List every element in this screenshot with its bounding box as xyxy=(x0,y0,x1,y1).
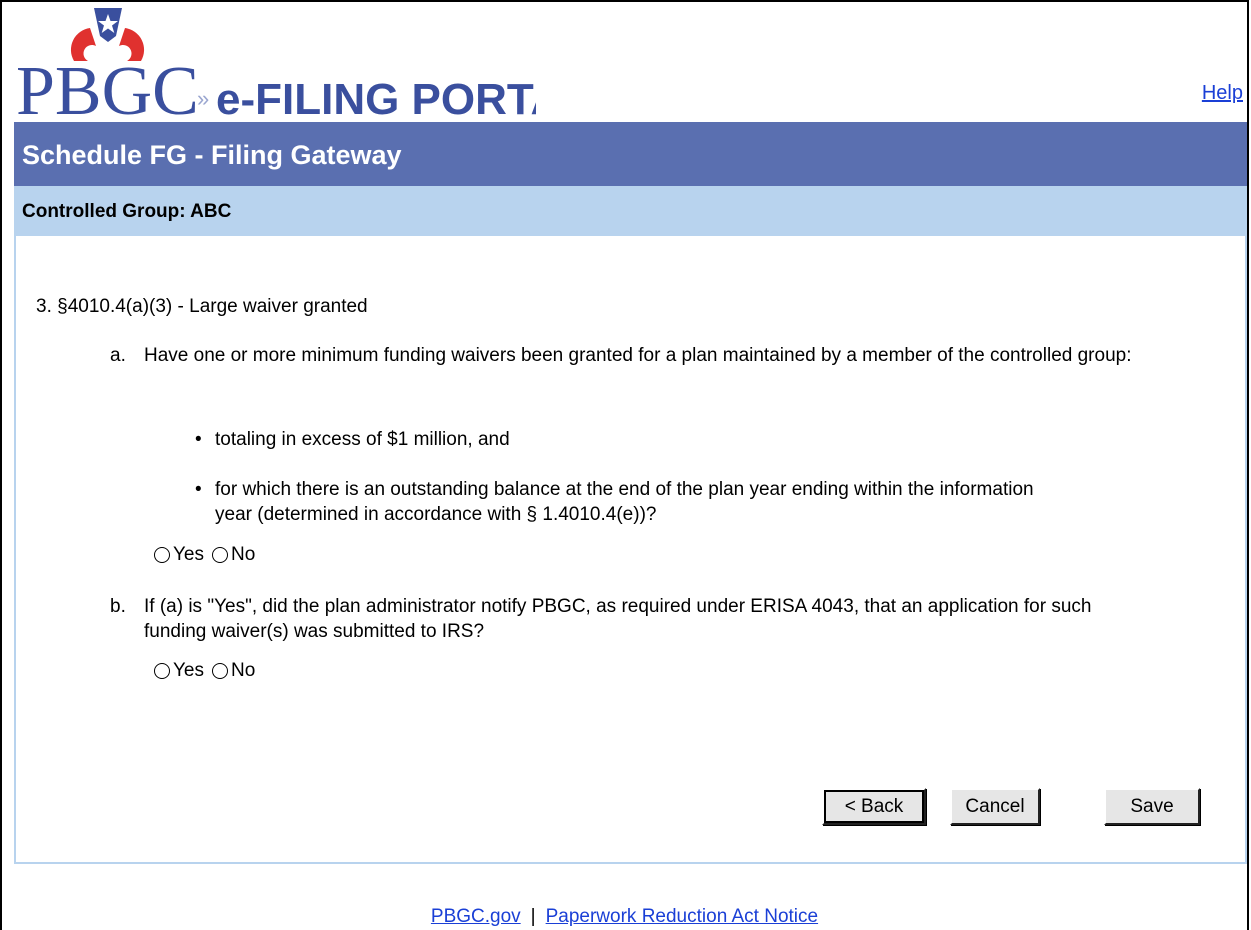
svg-text:»: » xyxy=(197,86,209,111)
page-title: Schedule FG - Filing Gateway xyxy=(14,122,1247,186)
question-a-no-label: No xyxy=(231,544,256,565)
question-b-yes-radio[interactable] xyxy=(154,663,170,679)
form-content: 3. §4010.4(a)(3) - Large waiver granted … xyxy=(14,236,1247,864)
back-button[interactable]: < Back xyxy=(822,788,926,825)
help-link[interactable]: Help xyxy=(1202,82,1243,105)
question-a-label: a. xyxy=(110,345,126,366)
header: PBGC » e-FILING PORTAL Help xyxy=(14,2,1247,122)
question-a-radio-group: Yes No xyxy=(154,544,263,566)
paperwork-notice-link[interactable]: Paperwork Reduction Act Notice xyxy=(546,906,818,927)
bullet-text: totaling in excess of $1 million, and xyxy=(215,429,510,450)
logo-text: PBGC xyxy=(16,53,199,121)
question-b-text: If (a) is "Yes", did the plan administra… xyxy=(144,596,1092,642)
pbgc-logo: PBGC » e-FILING PORTAL xyxy=(16,8,536,121)
bullet-item: • for which there is an outstanding balan… xyxy=(195,477,1095,527)
footer: PBGC.gov | Paperwork Reduction Act Notice xyxy=(0,906,1249,928)
question-title: 3. §4010.4(a)(3) - Large waiver granted xyxy=(36,296,368,317)
footer-separator: | xyxy=(530,906,536,927)
question-a-yes-radio[interactable] xyxy=(154,547,170,563)
question-b-label: b. xyxy=(110,596,126,617)
question-b-no-label: No xyxy=(231,660,256,681)
question-a-yes-label: Yes xyxy=(173,544,204,565)
question-b-no-radio[interactable] xyxy=(212,663,228,679)
cancel-button[interactable]: Cancel xyxy=(950,788,1040,825)
question-b: b. If (a) is "Yes", did the plan adminis… xyxy=(110,594,1190,644)
question-a-text: Have one or more minimum funding waivers… xyxy=(144,345,1132,366)
bullet-text: for which there is an outstanding balanc… xyxy=(215,479,1034,525)
question-b-yes-label: Yes xyxy=(173,660,204,681)
logo-subtitle: e-FILING PORTAL xyxy=(216,75,536,121)
question-a-no-radio[interactable] xyxy=(212,547,228,563)
controlled-group-label: Controlled Group: ABC xyxy=(14,186,1247,236)
bullet-item: • totaling in excess of $1 million, and xyxy=(195,427,510,452)
bullet-icon: • xyxy=(195,429,202,450)
save-button[interactable]: Save xyxy=(1104,788,1200,825)
question-a: a. Have one or more minimum funding waiv… xyxy=(110,343,1190,368)
bullet-icon: • xyxy=(195,479,202,500)
pbgc-gov-link[interactable]: PBGC.gov xyxy=(431,906,521,927)
question-b-radio-group: Yes No xyxy=(154,660,263,682)
